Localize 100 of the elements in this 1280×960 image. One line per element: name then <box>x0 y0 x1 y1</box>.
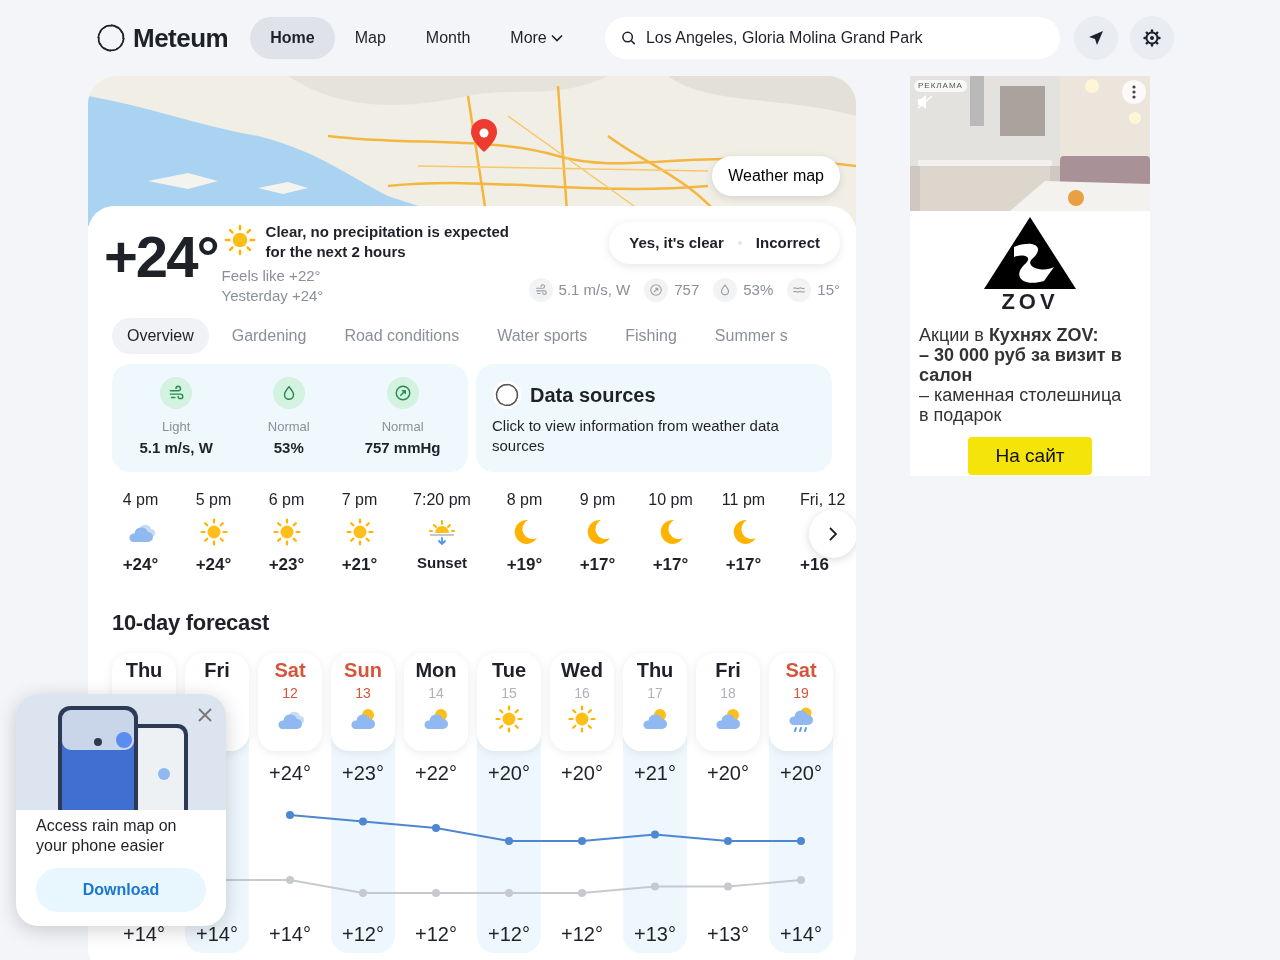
hour-label: Fri, 12 <box>800 490 847 510</box>
high-temperature: +22° <box>414 761 458 786</box>
nav-tab[interactable]: More <box>490 17 583 59</box>
hour-label: 8 pm <box>505 490 544 510</box>
day-card[interactable]: Sun 13 <box>331 653 395 751</box>
chevron-right-icon <box>828 526 838 542</box>
feedback-button[interactable]: Incorrect <box>741 231 834 255</box>
logo-icon <box>492 380 522 410</box>
day-date: 14 <box>427 684 445 703</box>
hour-temperature: +23° <box>267 554 306 576</box>
ad-text: Акции в Кухнях ZOV: – 30 000 руб за визит в салон – каменная столешница в подарок <box>918 325 1123 425</box>
nav-tab[interactable]: Month <box>405 17 491 59</box>
day-name: Tue <box>490 658 528 683</box>
hour-label: 7:20 pm <box>412 490 472 510</box>
condition-caption: Normal <box>381 418 424 436</box>
hour-temperature: +16 <box>800 554 830 576</box>
nav-tab[interactable]: Home <box>250 17 335 59</box>
hour-label: 7 pm <box>340 490 379 510</box>
wind-icon <box>533 283 548 297</box>
day-card[interactable]: Tue 15 <box>477 653 541 751</box>
day-card[interactable]: Sat 12 <box>258 653 322 751</box>
high-temperature: +24° <box>268 761 312 786</box>
hour-temperature: +24° <box>194 554 233 576</box>
hour-temperature: +21° <box>340 554 379 576</box>
hour-label: 5 pm <box>194 490 233 510</box>
day-card[interactable]: Wed 16 <box>550 653 614 751</box>
data-sources-text: Click to view information from weather data sources <box>492 416 780 456</box>
day-date: 18 <box>719 684 737 703</box>
metric-value: 15° <box>817 279 840 300</box>
wind-icon <box>167 384 186 402</box>
day-card[interactable]: Fri 18 <box>696 653 760 751</box>
settings-icon <box>1141 28 1162 48</box>
day-card[interactable]: Mon 14 <box>404 653 468 751</box>
location-button[interactable] <box>1073 16 1118 60</box>
day-name: Thu <box>124 658 164 683</box>
high-temperature: +20° <box>560 761 604 786</box>
ad-label: РЕКЛАМА <box>914 80 967 92</box>
day-name: Wed <box>560 658 604 683</box>
nav-tab[interactable]: Map <box>334 17 406 59</box>
day-card[interactable]: Thu 17 <box>623 653 687 751</box>
feedback-button[interactable]: Yes, it's clear <box>615 231 738 255</box>
current-temperature: +24° <box>104 228 218 291</box>
low-temperature: +12° <box>414 922 458 947</box>
low-temperature: +13° <box>633 922 677 947</box>
condition-text: Clear, no precipitation is expected for the next 2 hours <box>265 222 510 262</box>
high-temperature: +21° <box>633 761 677 786</box>
condition-caption: Light <box>162 418 191 436</box>
sun-icon <box>493 703 525 735</box>
low-temperature: +12° <box>560 922 604 947</box>
day-name: Sat <box>784 658 818 683</box>
logo[interactable]: Meteum <box>133 18 229 58</box>
hour-label: 10 pm <box>647 490 694 510</box>
weather-map-button[interactable]: Weather map <box>712 156 840 196</box>
metric-value: 5.1 m/s, W <box>558 279 631 300</box>
day-date: 12 <box>281 684 299 703</box>
day-name: Sun <box>343 658 383 683</box>
day-name: Thu <box>635 658 675 683</box>
high-temperature: +20° <box>487 761 531 786</box>
download-button[interactable]: Download <box>36 868 206 912</box>
day-name: Sat <box>273 658 307 683</box>
hour-label: 4 pm <box>121 490 160 510</box>
data-sources-card[interactable]: Data sources Click to view information from weather data sources <box>476 364 832 472</box>
settings-button[interactable] <box>1129 16 1174 60</box>
condition-value: 757 mmHg <box>364 437 441 458</box>
more-icon <box>1132 85 1136 99</box>
condition-caption: Normal <box>267 418 310 436</box>
day-name: Mon <box>414 658 458 683</box>
low-temperature: +14° <box>195 922 239 947</box>
hour-label: 6 pm <box>267 490 306 510</box>
gauge-icon <box>393 384 412 402</box>
day-date: 13 <box>354 684 372 703</box>
close-icon <box>198 708 212 722</box>
triangle-logo-icon <box>984 217 1076 289</box>
navigation-arrow-icon <box>1087 30 1104 46</box>
day-card[interactable]: Sat 19 <box>769 653 833 751</box>
data-sources-title: Data sources <box>530 383 656 408</box>
visit-site-button[interactable]: На сайт <box>968 437 1092 475</box>
low-temperature: +12° <box>341 922 385 947</box>
logo-text: ZOV <box>1001 291 1059 313</box>
search-icon <box>620 30 636 46</box>
metric-value: 757 <box>674 279 700 300</box>
search-field[interactable]: Los Angeles, Gloria Molina Grand Park <box>604 17 1060 59</box>
high-temperature: +20° <box>706 761 750 786</box>
low-temperature: +14° <box>122 922 166 947</box>
condition-value: 5.1 m/s, W <box>139 437 213 458</box>
day-name: Fri <box>714 658 742 683</box>
gauge-icon <box>649 283 664 297</box>
hour-label: 11 pm <box>720 490 767 510</box>
condition-value: 53% <box>273 437 304 458</box>
hour-temperature: Sunset <box>416 553 468 573</box>
promo-text: Access rain map on your phone easier <box>35 816 178 856</box>
hour-label: 9 pm <box>578 490 617 510</box>
tab[interactable]: Overview <box>112 318 209 354</box>
day-date: 17 <box>646 684 664 703</box>
hour-temperature: +17° <box>651 554 690 576</box>
section-title: 10-day forecast <box>112 609 270 637</box>
search-input[interactable]: Los Angeles, Gloria Molina Grand Park <box>643 25 1044 51</box>
low-temperature: +14° <box>779 922 823 947</box>
hour-temperature: +17° <box>724 554 763 576</box>
hour-temperature: +19° <box>505 554 544 576</box>
